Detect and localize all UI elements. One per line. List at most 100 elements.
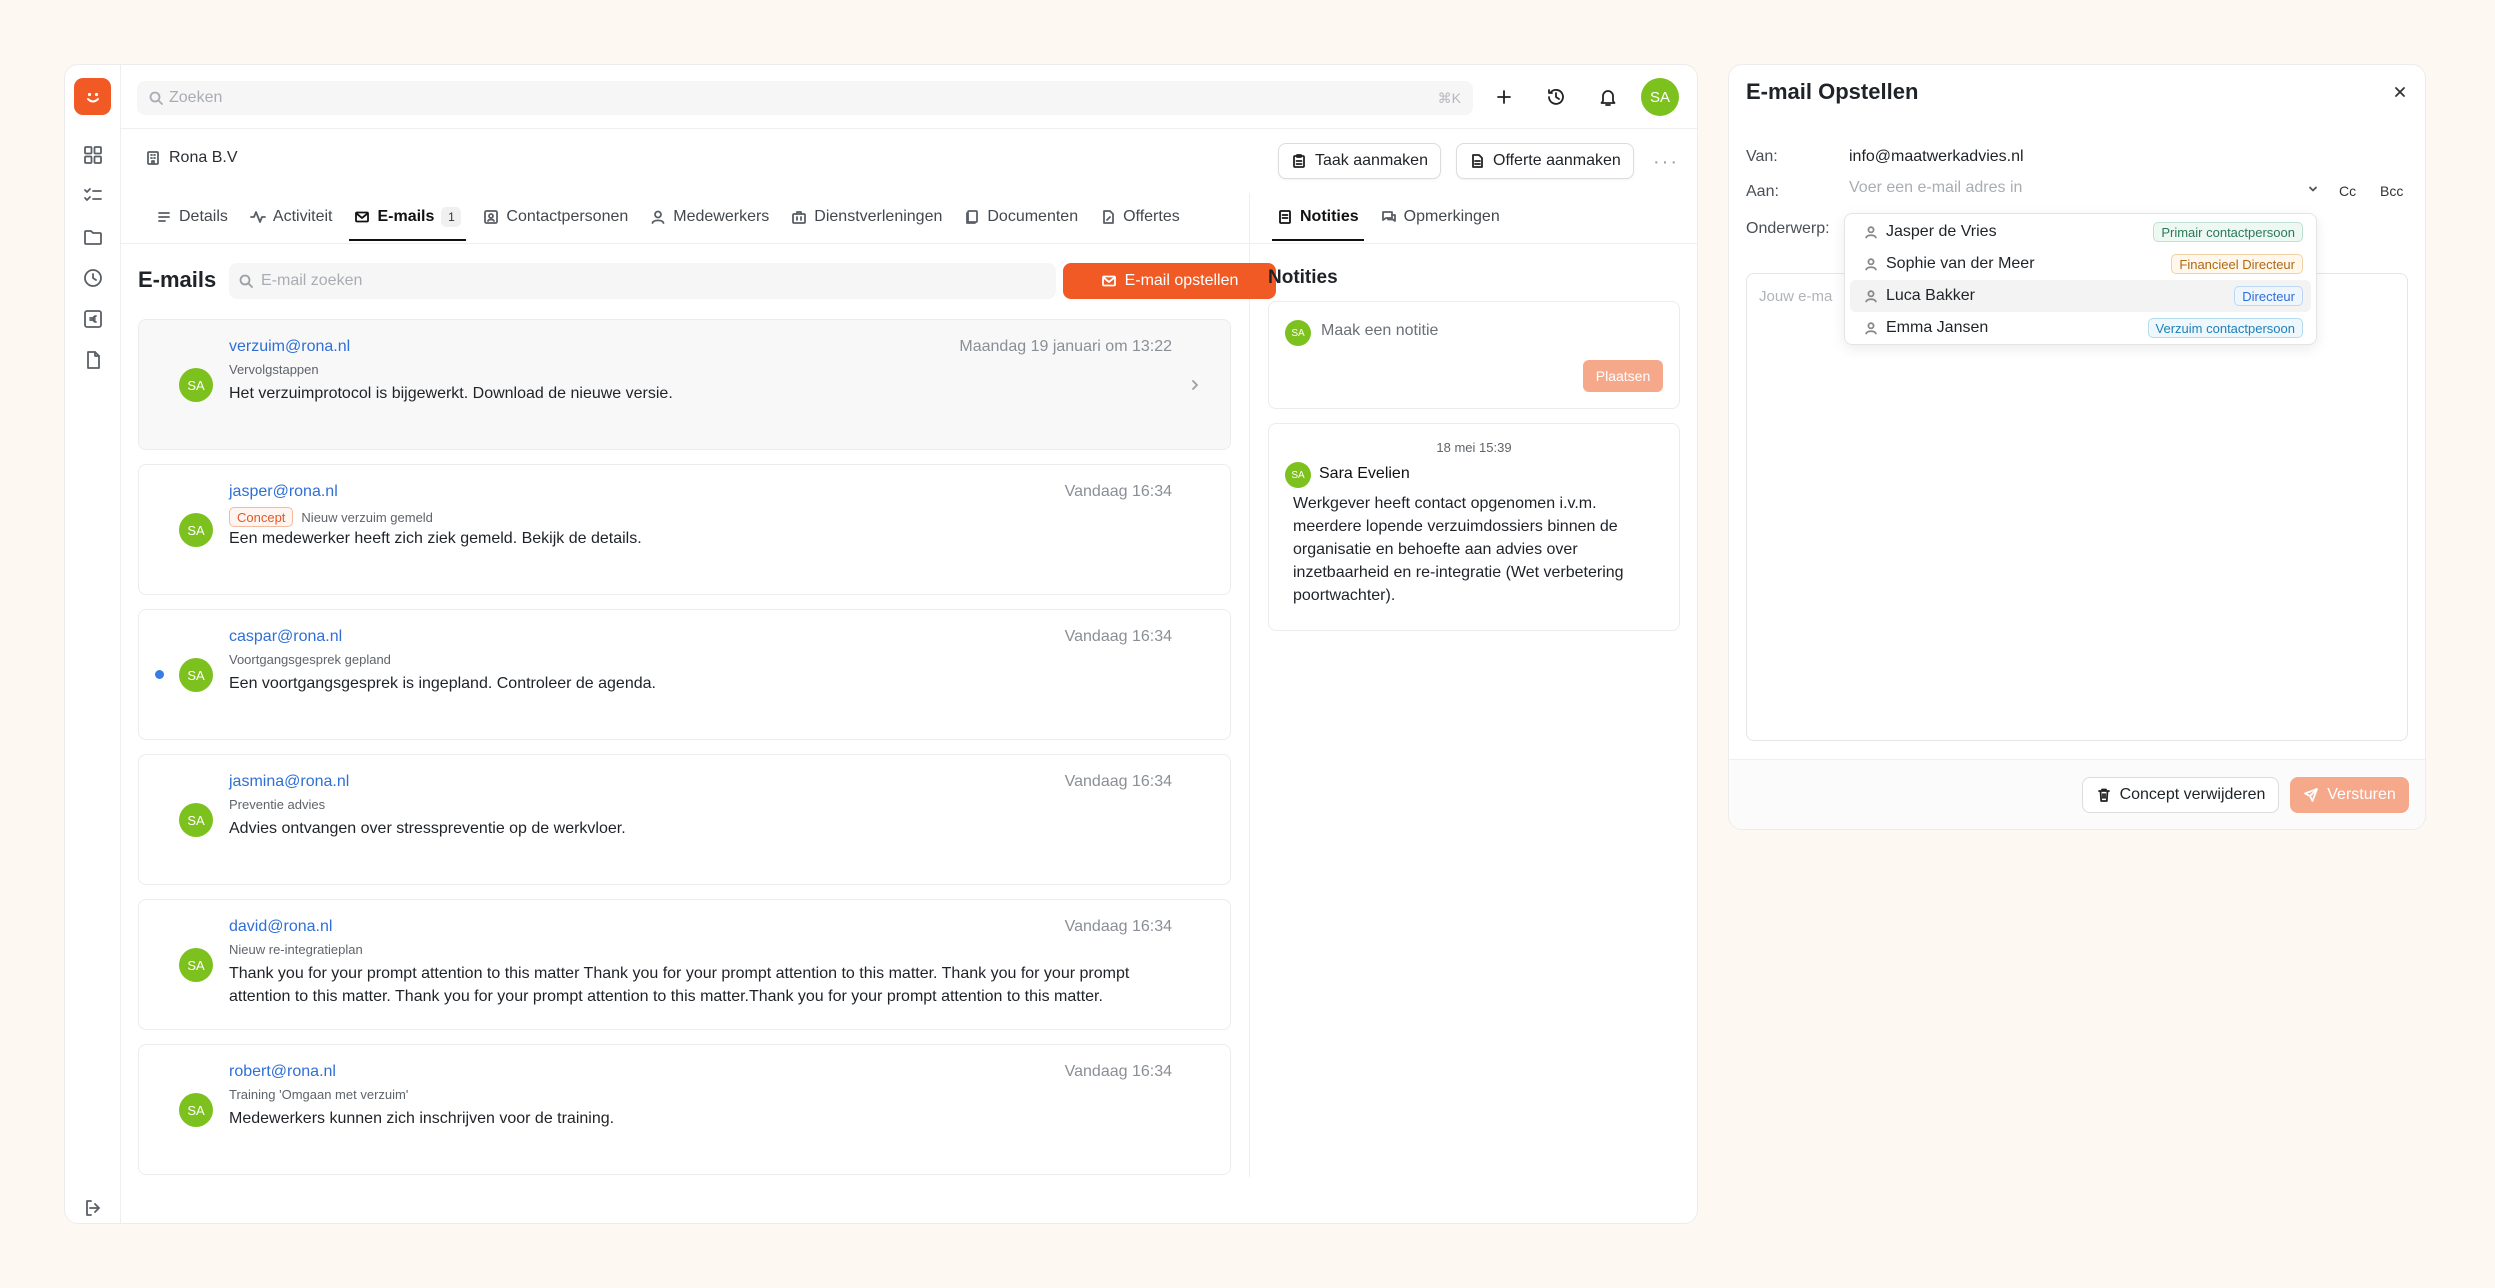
- chevron-down-icon[interactable]: [2307, 183, 2319, 195]
- bcc-button[interactable]: Bcc: [2380, 183, 2403, 199]
- sender-avatar: SA: [179, 803, 213, 837]
- bell-icon[interactable]: [1597, 86, 1619, 108]
- email-subject-row: Nieuw re-integratieplan: [229, 942, 363, 957]
- email-preview: Thank you for your prompt attention to t…: [229, 965, 1130, 1005]
- app-window: Zoeken ⌘K SA Rona B.V Taak aanmaken Offe…: [64, 64, 1698, 1224]
- email-subject: Voortgangsgesprek gepland: [229, 652, 391, 667]
- email-list-item[interactable]: SA jasper@rona.nl Vandaag 16:34 Concept …: [138, 464, 1231, 595]
- email-search-input[interactable]: E-mail zoeken: [229, 263, 1056, 299]
- compose-email-panel: E-mail Opstellen Van: info@maatwerkadvie…: [1728, 64, 2426, 830]
- email-list-item[interactable]: SA david@rona.nl Vandaag 16:34 Nieuw re-…: [138, 899, 1231, 1030]
- app-logo[interactable]: [74, 78, 111, 115]
- tab-activiteit[interactable]: Activiteit: [239, 193, 344, 241]
- email-count-badge: 1: [441, 207, 462, 227]
- history-icon[interactable]: [1545, 86, 1567, 108]
- tab-dienstverleningen[interactable]: Dienstverleningen: [780, 193, 953, 241]
- tab-details[interactable]: Details: [145, 193, 239, 241]
- note-date: 18 mei 15:39: [1436, 440, 1512, 455]
- role-badge: Directeur: [2234, 286, 2303, 306]
- suggestion-item[interactable]: Jasper de Vries Primair contactpersoon: [1850, 216, 2311, 248]
- search-shortcut: ⌘K: [1437, 89, 1461, 106]
- post-note-button[interactable]: Plaatsen: [1583, 360, 1663, 392]
- email-from[interactable]: caspar@rona.nl: [229, 628, 342, 646]
- search-icon: [239, 274, 253, 288]
- user-icon: [1864, 321, 1878, 335]
- suggestion-name: Luca Bakker: [1886, 287, 1975, 304]
- plus-icon[interactable]: [1493, 86, 1515, 108]
- dashboard-icon[interactable]: [82, 144, 104, 166]
- more-options-button[interactable]: ···: [1653, 151, 1679, 174]
- create-task-label: Taak aanmaken: [1315, 152, 1428, 169]
- tab-contactpersonen[interactable]: Contactpersonen: [472, 193, 639, 241]
- chevron-right-icon[interactable]: [1188, 378, 1202, 392]
- email-from[interactable]: jasper@rona.nl: [229, 483, 338, 501]
- email-from[interactable]: david@rona.nl: [229, 918, 332, 936]
- document-icon[interactable]: [82, 349, 104, 371]
- tab-opmerkingen[interactable]: Opmerkingen: [1370, 193, 1511, 241]
- tab-medewerkers[interactable]: Medewerkers: [639, 193, 780, 241]
- body-placeholder: Jouw e-ma: [1759, 288, 1833, 305]
- email-subject-row: Voortgangsgesprek gepland: [229, 652, 391, 667]
- search-icon: [149, 91, 163, 105]
- user-icon: [650, 209, 666, 225]
- note-author-avatar: SA: [1285, 462, 1311, 488]
- email-from[interactable]: verzuim@rona.nl: [229, 338, 350, 356]
- list-icon: [156, 209, 172, 225]
- new-note-card: SA Maak een notitie Plaatsen: [1268, 301, 1680, 409]
- tab-documenten[interactable]: Documenten: [953, 193, 1089, 241]
- email-list-item[interactable]: SA verzuim@rona.nl Maandag 19 januari om…: [138, 319, 1231, 450]
- global-search-input[interactable]: Zoeken ⌘K: [137, 81, 1473, 115]
- user-avatar[interactable]: SA: [1641, 78, 1679, 116]
- comments-icon: [1381, 209, 1397, 225]
- note-author: Sara Evelien: [1319, 465, 1410, 482]
- email-subject: Vervolgstappen: [229, 362, 319, 377]
- email-subject: Nieuw re-integratieplan: [229, 942, 363, 957]
- suggestion-item[interactable]: Luca Bakker Directeur: [1850, 280, 2311, 312]
- euro-icon[interactable]: [82, 308, 104, 330]
- breadcrumb: Rona B.V: [145, 149, 237, 167]
- suggestion-name: Jasper de Vries: [1886, 223, 1997, 240]
- delete-draft-button[interactable]: Concept verwijderen: [2082, 777, 2279, 813]
- new-note-input[interactable]: Maak een notitie: [1321, 322, 1438, 340]
- contact-card-icon: [483, 209, 499, 225]
- email-subject: Nieuw verzuim gemeld: [301, 509, 433, 525]
- compose-title: E-mail Opstellen: [1746, 79, 1919, 104]
- tab-offertes[interactable]: Offertes: [1089, 193, 1191, 241]
- documents-icon: [964, 209, 980, 225]
- search-placeholder: Zoeken: [169, 89, 223, 106]
- tasks-icon[interactable]: [82, 185, 104, 207]
- email-preview: Het verzuimprotocol is bijgewerkt. Downl…: [229, 385, 673, 402]
- email-list-item[interactable]: SA robert@rona.nl Vandaag 16:34 Training…: [138, 1044, 1231, 1175]
- compose-label: E-mail opstellen: [1124, 272, 1239, 289]
- email-subject: Training 'Omgaan met verzuim': [229, 1087, 409, 1102]
- email-from[interactable]: jasmina@rona.nl: [229, 773, 349, 791]
- email-preview: Medewerkers kunnen zich inschrijven voor…: [229, 1110, 615, 1127]
- email-list-item[interactable]: SA jasmina@rona.nl Vandaag 16:34 Prevent…: [138, 754, 1231, 885]
- clipboard-icon: [1291, 153, 1307, 169]
- folder-icon[interactable]: [82, 226, 104, 248]
- tab-label: Opmerkingen: [1403, 208, 1500, 225]
- to-email-input[interactable]: Voer een e-mail adres in: [1849, 179, 2319, 205]
- close-icon[interactable]: [2393, 85, 2407, 99]
- email-search-placeholder: E-mail zoeken: [261, 272, 363, 289]
- cc-button[interactable]: Cc: [2339, 183, 2356, 199]
- tab-emails[interactable]: E-mails 1: [343, 193, 472, 241]
- email-date: Vandaag 16:34: [1064, 918, 1172, 935]
- company-name: Rona B.V: [169, 149, 238, 166]
- clock-icon[interactable]: [82, 267, 104, 289]
- email-date: Vandaag 16:34: [1064, 773, 1172, 790]
- logout-icon[interactable]: [82, 1197, 104, 1219]
- compose-email-button[interactable]: E-mail opstellen: [1063, 263, 1276, 299]
- tab-notities[interactable]: Notities: [1266, 193, 1370, 241]
- from-label: Van:: [1746, 148, 1778, 165]
- create-task-button[interactable]: Taak aanmaken: [1278, 143, 1441, 179]
- send-button[interactable]: Versturen: [2290, 777, 2409, 813]
- to-placeholder: Voer een e-mail adres in: [1849, 179, 2023, 196]
- create-quote-button[interactable]: Offerte aanmaken: [1456, 143, 1634, 179]
- email-list-item[interactable]: SA caspar@rona.nl Vandaag 16:34 Voortgan…: [138, 609, 1231, 740]
- email-from[interactable]: robert@rona.nl: [229, 1063, 336, 1081]
- role-badge: Verzuim contactpersoon: [2147, 318, 2303, 338]
- suggestion-item[interactable]: Emma Jansen Verzuim contactpersoon: [1850, 312, 2311, 344]
- suggestion-item[interactable]: Sophie van der Meer Financieel Directeur: [1850, 248, 2311, 280]
- quote-icon: [1100, 209, 1116, 225]
